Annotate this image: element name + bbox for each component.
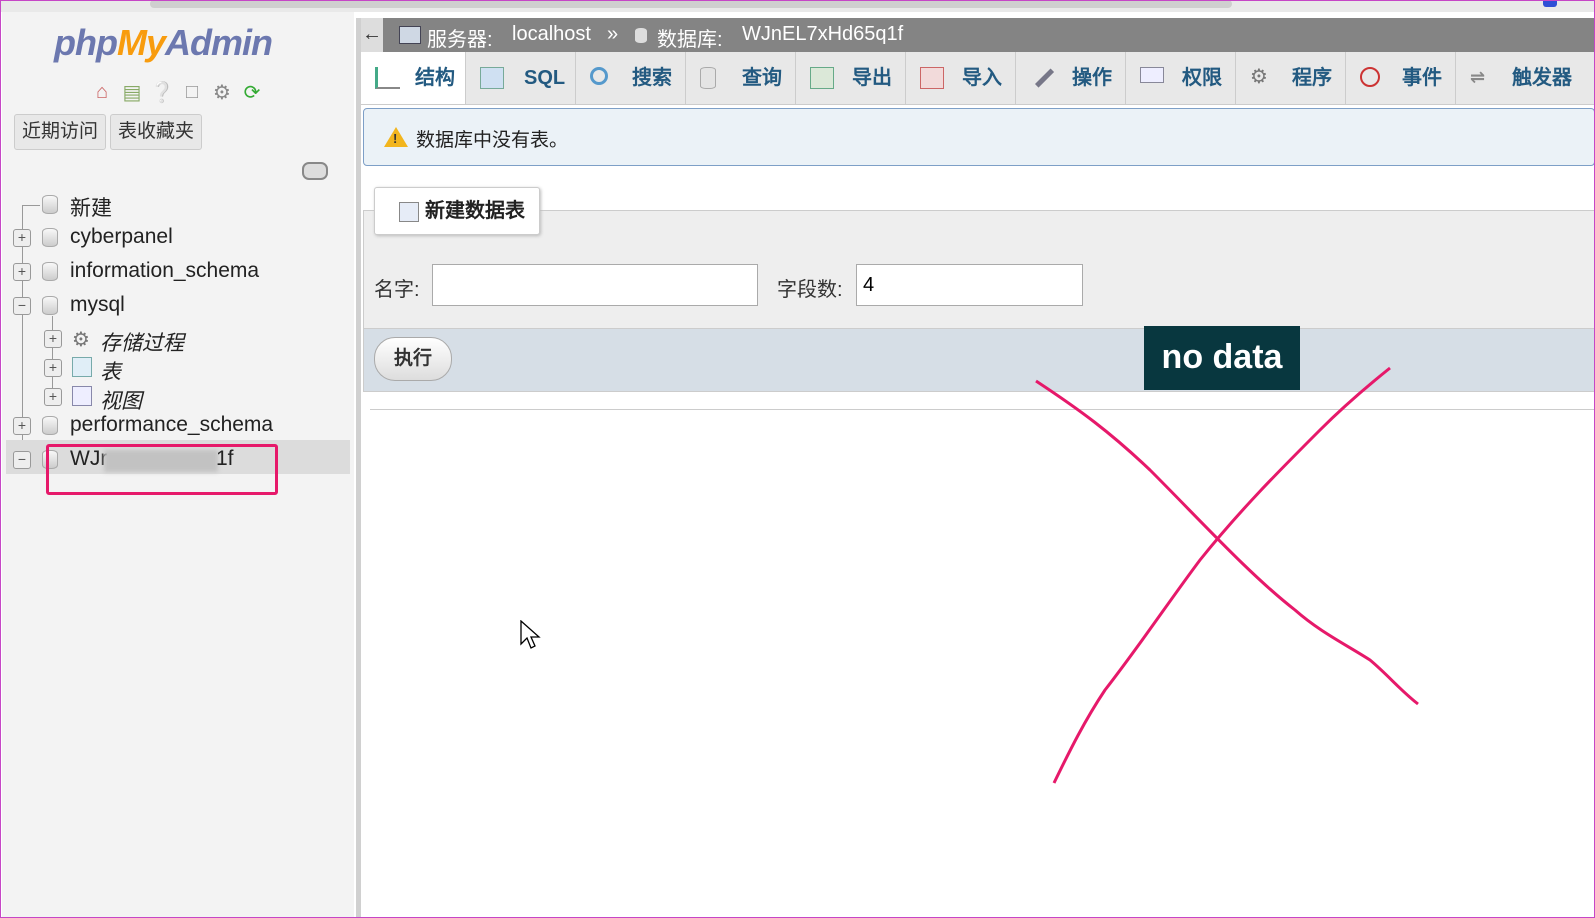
- cross-annotation: [1035, 366, 1419, 784]
- mouse-cursor-icon: [520, 620, 541, 649]
- cross-stroke-1: [1035, 379, 1419, 706]
